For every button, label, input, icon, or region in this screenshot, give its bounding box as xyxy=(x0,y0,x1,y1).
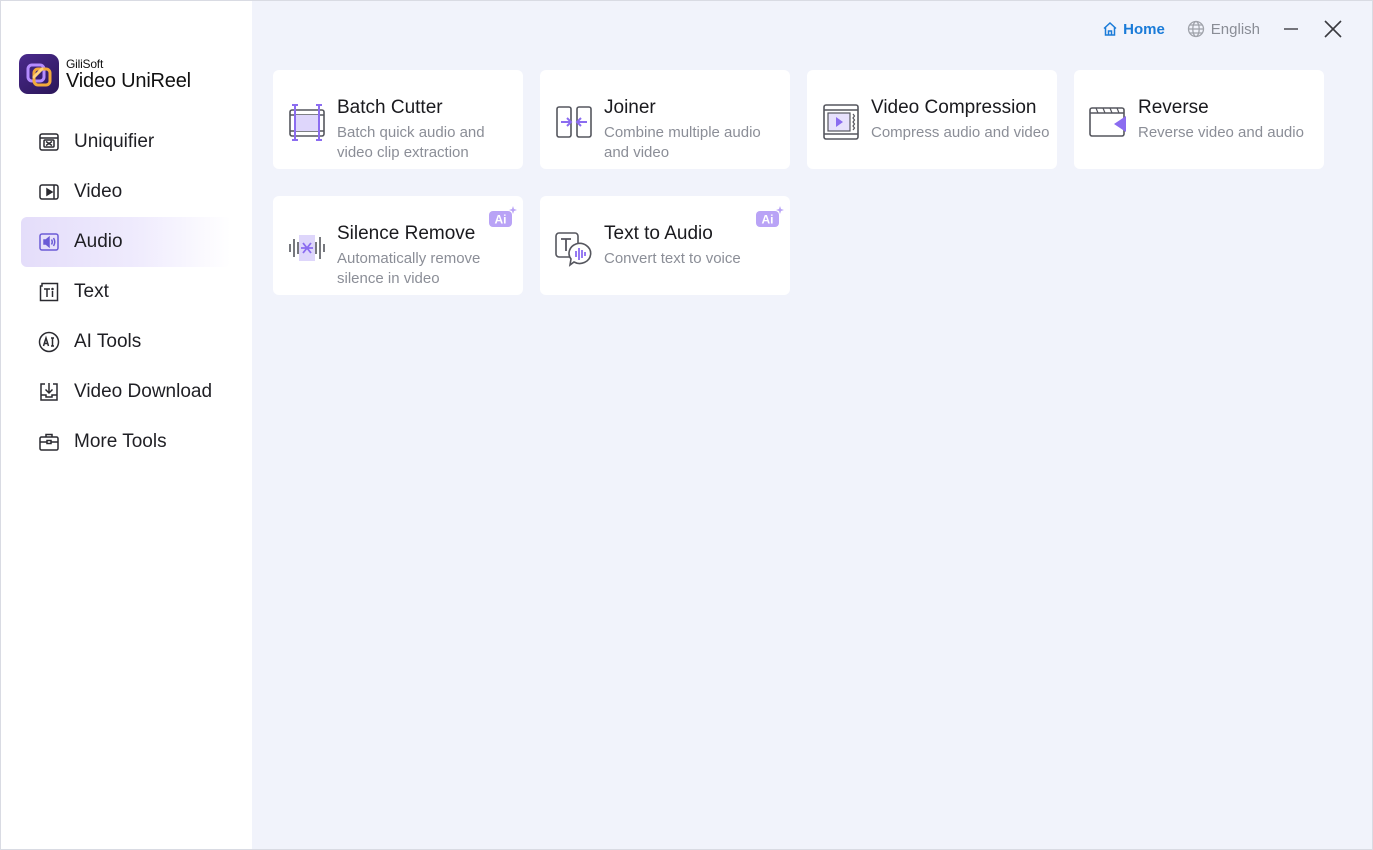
sidebar-item-more-tools[interactable]: More Tools xyxy=(21,417,231,467)
text-to-audio-icon xyxy=(555,232,592,267)
tool-description: Combine multiple audio and video xyxy=(604,124,761,161)
tool-description: Reverse video and audio xyxy=(1138,124,1304,141)
language-selector[interactable]: English xyxy=(1187,20,1260,38)
ai-badge-icon: Ai xyxy=(489,206,517,227)
tool-title: Joiner xyxy=(604,97,656,118)
download-icon xyxy=(40,383,58,401)
sidebar-item-label: Video Download xyxy=(74,381,213,402)
close-icon xyxy=(1324,20,1342,38)
sidebar-item-label: Uniquifier xyxy=(74,131,155,152)
sidebar-item-label: Text xyxy=(74,281,109,302)
sidebar-item-label: Audio xyxy=(74,231,123,252)
text-icon xyxy=(39,282,59,302)
app-logo-icon xyxy=(19,54,59,94)
tool-card-video-compression[interactable]: Video Compression Compress audio and vid… xyxy=(807,70,1057,169)
tool-description: Automatically remove silence in video xyxy=(337,250,481,287)
sidebar: GiliSoft Video UniReel Uniquifier Video … xyxy=(1,1,252,849)
uniquifier-icon xyxy=(39,133,59,151)
sidebar-item-label: AI Tools xyxy=(74,331,142,352)
tool-title: Reverse xyxy=(1138,97,1209,118)
sidebar-item-uniquifier[interactable]: Uniquifier xyxy=(21,117,231,167)
ai-badge-label: Ai xyxy=(495,213,507,227)
audio-icon xyxy=(39,233,59,251)
tool-card-reverse[interactable]: Reverse Reverse video and audio xyxy=(1074,70,1324,169)
ai-tools-icon xyxy=(38,331,60,353)
tool-description: Convert text to voice xyxy=(604,250,741,267)
video-icon xyxy=(39,184,59,200)
ai-badge-label: Ai xyxy=(762,213,774,227)
tool-title: Silence Remove xyxy=(337,223,476,244)
minimize-button[interactable] xyxy=(1280,18,1302,40)
tool-card-silence-remove[interactable]: Silence Remove Automatically remove sile… xyxy=(273,196,523,295)
sidebar-item-ai-tools[interactable]: AI Tools xyxy=(21,317,231,367)
home-label: Home xyxy=(1123,20,1165,38)
minimize-icon xyxy=(1284,28,1298,30)
joiner-icon xyxy=(556,106,592,138)
topbar: Home English xyxy=(1102,15,1344,43)
sidebar-item-video-download[interactable]: Video Download xyxy=(21,367,231,417)
tool-description: Compress audio and video xyxy=(871,124,1050,141)
tool-card-text-to-audio[interactable]: Text to Audio Convert text to voice Ai xyxy=(540,196,790,295)
brand-company: GiliSoft xyxy=(66,56,104,71)
ai-badge-icon: Ai xyxy=(756,206,784,227)
sidebar-nav: Uniquifier Video Audio Text AI Tools Vid… xyxy=(21,117,231,467)
compression-icon xyxy=(823,104,859,140)
home-button[interactable]: Home xyxy=(1102,21,1165,38)
sidebar-item-label: More Tools xyxy=(74,431,167,452)
reverse-icon xyxy=(1089,107,1126,137)
tool-description: Batch quick audio and video clip extract… xyxy=(337,124,485,161)
brand-product: Video UniReel xyxy=(66,69,191,92)
tool-title: Batch Cutter xyxy=(337,97,443,118)
tool-card-batch-cutter[interactable]: Batch Cutter Batch quick audio and video… xyxy=(273,70,523,169)
sidebar-item-text[interactable]: Text xyxy=(21,267,231,317)
globe-icon xyxy=(1187,20,1204,38)
sidebar-item-video[interactable]: Video xyxy=(21,167,231,217)
tool-title: Text to Audio xyxy=(604,223,713,244)
language-label: English xyxy=(1210,20,1260,38)
app-window: GiliSoft Video UniReel Uniquifier Video … xyxy=(0,0,1373,850)
brand: GiliSoft Video UniReel xyxy=(19,54,239,94)
sidebar-item-label: Video xyxy=(74,181,123,202)
toolbox-icon xyxy=(39,433,59,451)
sidebar-item-audio[interactable]: Audio xyxy=(21,217,231,267)
home-icon xyxy=(1103,21,1117,36)
tool-title: Video Compression xyxy=(871,97,1037,118)
tool-card-joiner[interactable]: Joiner Combine multiple audio and video xyxy=(540,70,790,169)
batch-cutter-icon xyxy=(289,104,325,141)
silence-remove-icon xyxy=(289,235,325,261)
close-button[interactable] xyxy=(1322,18,1344,40)
